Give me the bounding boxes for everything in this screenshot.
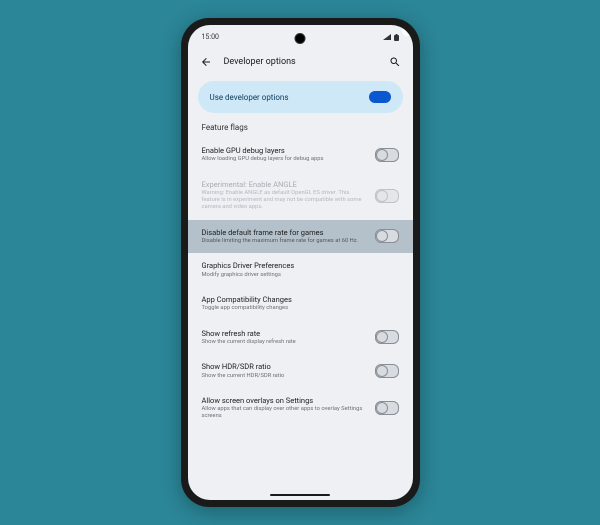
page-title: Developer options bbox=[224, 57, 377, 67]
toggle-switch bbox=[375, 189, 399, 203]
row-show-refresh-rate[interactable]: Show refresh rate Show the current displ… bbox=[198, 321, 403, 355]
battery-icon bbox=[394, 34, 399, 41]
row-subtitle: Show the current display refresh rate bbox=[202, 339, 369, 346]
master-toggle-switch[interactable] bbox=[369, 91, 391, 103]
row-title: Enable GPU debug layers bbox=[202, 146, 369, 155]
row-subtitle: Toggle app compatibility changes bbox=[202, 305, 399, 312]
status-icons bbox=[383, 34, 399, 41]
row-disable-default-frame-rate[interactable]: Disable default frame rate for games Dis… bbox=[188, 220, 413, 254]
row-title: Experimental: Enable ANGLE bbox=[202, 180, 369, 189]
row-title: Show HDR/SDR ratio bbox=[202, 362, 369, 371]
row-title: Disable default frame rate for games bbox=[202, 228, 369, 237]
row-subtitle: Allow apps that can display over other a… bbox=[202, 406, 369, 420]
master-toggle-label: Use developer options bbox=[210, 93, 289, 102]
screen: 15:00 Developer options Use developer op… bbox=[188, 25, 413, 500]
toggle-switch[interactable] bbox=[375, 229, 399, 243]
toggle-switch[interactable] bbox=[375, 401, 399, 415]
toggle-switch[interactable] bbox=[375, 364, 399, 378]
toggle-switch[interactable] bbox=[375, 330, 399, 344]
app-bar: Developer options bbox=[188, 47, 413, 77]
search-icon[interactable] bbox=[389, 56, 401, 68]
back-icon[interactable] bbox=[200, 56, 212, 68]
row-app-compatibility-changes[interactable]: App Compatibility Changes Toggle app com… bbox=[198, 287, 403, 321]
row-title: App Compatibility Changes bbox=[202, 295, 399, 304]
signal-icon bbox=[383, 34, 391, 40]
camera-punch-hole bbox=[295, 33, 306, 44]
row-allow-screen-overlays[interactable]: Allow screen overlays on Settings Allow … bbox=[198, 388, 403, 429]
row-subtitle: Warning: Enable ANGLE as default OpenGL … bbox=[202, 190, 369, 212]
master-toggle-card[interactable]: Use developer options bbox=[198, 81, 403, 113]
row-title: Allow screen overlays on Settings bbox=[202, 396, 369, 405]
row-title: Show refresh rate bbox=[202, 329, 369, 338]
phone-frame: 15:00 Developer options Use developer op… bbox=[181, 18, 420, 507]
row-graphics-driver-preferences[interactable]: Graphics Driver Preferences Modify graph… bbox=[198, 253, 403, 287]
row-gpu-debug-layers[interactable]: Enable GPU debug layers Allow loading GP… bbox=[198, 138, 403, 172]
section-header: Feature flags bbox=[202, 123, 399, 132]
row-subtitle: Show the current HDR/SDR ratio bbox=[202, 373, 369, 380]
status-time: 15:00 bbox=[202, 33, 219, 41]
gesture-home-bar[interactable] bbox=[270, 494, 330, 497]
row-show-hdr-sdr-ratio[interactable]: Show HDR/SDR ratio Show the current HDR/… bbox=[198, 354, 403, 388]
content-scroll[interactable]: Use developer options Feature flags Enab… bbox=[188, 77, 413, 500]
row-title: Graphics Driver Preferences bbox=[202, 261, 399, 270]
row-enable-angle: Experimental: Enable ANGLE Warning: Enab… bbox=[198, 172, 403, 220]
row-subtitle: Disable limiting the maximum frame rate … bbox=[202, 238, 369, 245]
row-subtitle: Allow loading GPU debug layers for debug… bbox=[202, 156, 369, 163]
row-subtitle: Modify graphics driver settings bbox=[202, 272, 399, 279]
toggle-switch[interactable] bbox=[375, 148, 399, 162]
